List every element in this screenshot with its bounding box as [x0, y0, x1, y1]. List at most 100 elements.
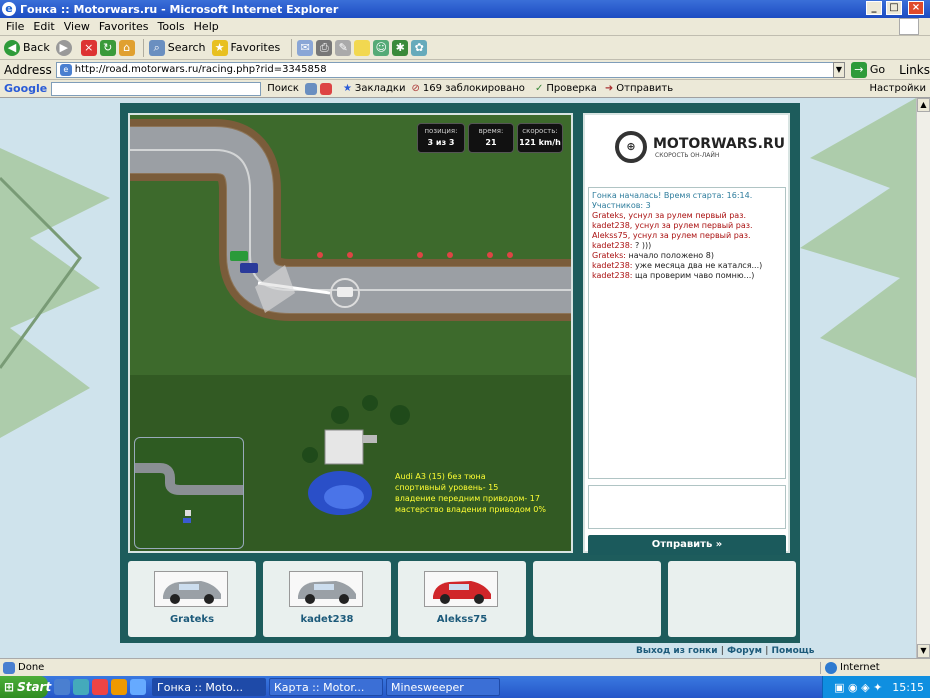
stop-icon[interactable]: × [80, 39, 97, 56]
note-icon[interactable] [354, 39, 371, 56]
print-icon[interactable]: ⎙ [316, 39, 333, 56]
chat-message: Alekss75, уснул за рулем первый раз. [592, 231, 782, 241]
forum-link[interactable]: Форум [727, 646, 762, 656]
player-name[interactable]: Alekss75 [398, 614, 526, 625]
player-name[interactable]: Grateks [128, 614, 256, 625]
player-name[interactable]: kadet238 [263, 614, 391, 625]
race-map[interactable]: позиция: 3 из 3 время: 21 скорость: 121 … [128, 113, 573, 553]
google-check-button[interactable]: Проверка [546, 83, 597, 94]
task-map-window[interactable]: Карта :: Motor... [269, 678, 383, 696]
quicklaunch-ie-icon[interactable] [54, 679, 70, 695]
chat-message: Гонка началась! Время старта: 16:14. Уча… [592, 191, 782, 211]
refresh-icon[interactable]: ↻ [99, 39, 116, 56]
address-dropdown-icon[interactable]: ▼ [832, 61, 845, 78]
player-slot: kadet238 [263, 561, 391, 637]
player-car-image [154, 571, 228, 607]
toolbar-divider [142, 38, 144, 57]
hud-position: позиция: 3 из 3 [417, 123, 465, 153]
quicklaunch-app-icon[interactable] [130, 679, 146, 695]
send-message-button[interactable]: Отправить » [588, 535, 786, 555]
send-to-icon: ➜ [604, 83, 614, 94]
help-link[interactable]: Помощь [772, 646, 815, 656]
google-search-button[interactable]: Поиск [267, 83, 299, 94]
mail-icon[interactable]: ✉ [297, 39, 314, 56]
chat-message: kadet238, уснул за рулем первый раз. [592, 221, 782, 231]
minimize-button[interactable]: _ [866, 1, 882, 15]
google-bookmarks-button[interactable]: Закладки [355, 83, 406, 94]
quicklaunch-opera-icon[interactable] [92, 679, 108, 695]
google-pagerank-icon[interactable] [319, 82, 332, 95]
back-button[interactable]: ◀ Back [4, 39, 50, 56]
search-button[interactable]: ⌕ Search [148, 39, 206, 56]
quicklaunch-desktop-icon[interactable] [73, 679, 89, 695]
hud-speed: скорость: 121 km/h [517, 123, 563, 153]
exit-race-link[interactable]: Выход из гонки [636, 646, 718, 656]
edit-icon[interactable]: ✎ [335, 39, 352, 56]
vertical-scrollbar[interactable]: ▲ ▼ [916, 98, 930, 658]
status-bar: Done Internet [0, 658, 930, 676]
forward-arrow-icon: ▶ [55, 39, 72, 56]
menu-file[interactable]: File [6, 20, 24, 33]
chat-text: kadet238, уснул за рулем первый раз. [592, 221, 753, 230]
quicklaunch-firefox-icon[interactable] [111, 679, 127, 695]
title-bar: e Гонка :: Motorwars.ru - Microsoft Inte… [0, 0, 930, 18]
menu-help[interactable]: Help [194, 20, 219, 33]
chat-text: начало положено 8) [625, 251, 714, 260]
menu-edit[interactable]: Edit [33, 20, 54, 33]
footer-links: Выход из гонки | Форум | Помощь [636, 646, 815, 656]
tools-icon[interactable]: ✿ [411, 39, 428, 56]
google-news-icon[interactable] [304, 82, 317, 95]
chat-username: kadet238: [592, 261, 633, 270]
chat-text: Alekss75, уснул за рулем первый раз. [592, 231, 751, 240]
chat-username: kadet238: [592, 271, 633, 280]
star-icon: ★ [211, 39, 228, 56]
task-race-window[interactable]: Гонка :: Moto... [152, 678, 266, 696]
gear-icon[interactable]: ✱ [392, 39, 409, 56]
clock: 15:15 [892, 680, 924, 694]
forward-button[interactable]: ▶ [55, 39, 75, 56]
chat-username: kadet238: [592, 241, 633, 250]
bookmark-star-icon: ★ [342, 83, 352, 94]
security-zone: Internet [820, 661, 930, 674]
address-bar: Address e http://road.motorwars.ru/racin… [0, 60, 930, 80]
minimap [134, 437, 244, 549]
player-slot: Grateks [128, 561, 256, 637]
popup-blocker-icon: ⊘ [411, 83, 420, 94]
chat-log: Гонка началась! Время старта: 16:14. Уча… [588, 187, 786, 479]
go-arrow-icon: → [850, 61, 867, 78]
player-slot [533, 561, 661, 637]
chat-text: ? ))) [632, 241, 652, 250]
hud-time: время: 21 [468, 123, 514, 153]
popup-blocked-count[interactable]: 169 заблокировано [423, 83, 525, 94]
go-button[interactable]: → Go [850, 61, 885, 78]
chat-message: Grateks, уснул за рулем первый раз. [592, 211, 782, 221]
chat-message: kadet238: ща проверим чаво помню...) [592, 271, 782, 281]
menu-view[interactable]: View [64, 20, 90, 33]
google-send-button[interactable]: Отправить [616, 83, 673, 94]
chat-message: kadet238: уже месяца два не катался...) [592, 261, 782, 271]
google-search-input[interactable] [51, 81, 262, 96]
chat-message-input[interactable] [588, 485, 786, 529]
leaf-decoration-right [800, 98, 916, 378]
chat-panel: ⊕ MOTORWARS.RU СКОРОСТЬ ОН-ЛАЙН Гонка на… [583, 113, 790, 555]
home-icon[interactable]: ⌂ [118, 39, 135, 56]
links-button[interactable]: Links [899, 63, 930, 77]
task-minesweeper[interactable]: Minesweeper [386, 678, 500, 696]
leaf-decoration-left [0, 148, 110, 438]
game-page: позиция: 3 из 3 время: 21 скорость: 121 … [120, 103, 800, 643]
chat-text: Гонка началась! Время старта: 16:14. Уча… [592, 191, 753, 210]
favorites-button[interactable]: ★ Favorites [211, 39, 280, 56]
toolbar-divider [291, 38, 293, 57]
scroll-up-icon[interactable]: ▲ [917, 98, 930, 112]
minimap-track [135, 463, 243, 523]
scroll-down-icon[interactable]: ▼ [917, 644, 930, 658]
address-input[interactable]: e http://road.motorwars.ru/racing.php?ri… [55, 61, 834, 78]
logo-icon: ⊕ [615, 131, 647, 163]
google-settings-button[interactable]: Настройки [870, 83, 926, 94]
start-button[interactable]: ⊞ Start [0, 676, 51, 698]
menu-favorites[interactable]: Favorites [99, 20, 149, 33]
close-button[interactable]: × [908, 1, 924, 15]
maximize-button[interactable]: □ [886, 1, 902, 15]
menu-tools[interactable]: Tools [158, 20, 185, 33]
messenger-icon[interactable]: ☺ [373, 39, 390, 56]
